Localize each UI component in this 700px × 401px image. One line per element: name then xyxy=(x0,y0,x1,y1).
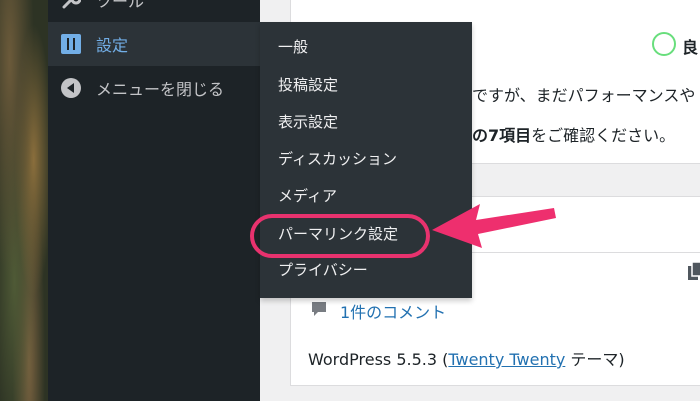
copy-icon[interactable] xyxy=(688,262,700,280)
submenu-item-reading[interactable]: 表示設定 xyxy=(278,108,338,136)
collapse-menu-label: メニューを閉じる xyxy=(96,80,225,99)
annotation-arrow-icon xyxy=(432,204,556,248)
site-health-text-line2: の7項目をご確認ください。 xyxy=(472,122,675,146)
status-good-icon xyxy=(652,32,676,56)
site-health-text-rest: をご確認ください。 xyxy=(531,126,676,145)
submenu-item-privacy[interactable]: プライバシー xyxy=(278,256,368,284)
admin-sidebar: ツール 設定 メニューを閉じる xyxy=(48,0,260,401)
sidebar-item-tools[interactable]: ツール xyxy=(48,0,260,22)
comment-bubble-icon xyxy=(312,302,326,316)
wordpress-version-info: WordPress 5.5.3 (Twenty Twenty テーマ) xyxy=(308,346,625,370)
sidebar-item-label: ツール xyxy=(96,0,145,11)
site-health-text-line1: ですが、まだパフォーマンスや xyxy=(472,86,696,105)
site-health-items-link[interactable]: の7項目 xyxy=(472,126,531,145)
desktop-background xyxy=(0,0,48,401)
sidebar-item-label: 設定 xyxy=(96,36,129,55)
collapse-menu-button[interactable]: メニューを閉じる xyxy=(48,66,260,110)
sidebar-item-settings[interactable]: 設定 xyxy=(48,22,260,66)
submenu-item-general[interactable]: 一般 xyxy=(278,33,308,61)
comment-count-link[interactable]: 1件のコメント xyxy=(340,299,446,323)
theme-suffix-text: テーマ) xyxy=(565,350,625,369)
wp-version-text: WordPress 5.5.3 ( xyxy=(308,350,449,369)
wrench-icon xyxy=(60,0,82,11)
site-health-status: 良 xyxy=(682,38,699,57)
submenu-item-writing[interactable]: 投稿設定 xyxy=(278,71,338,99)
submenu-pointer-arrow xyxy=(250,36,260,56)
submenu-item-media[interactable]: メディア xyxy=(278,182,337,210)
submenu-item-discussion[interactable]: ディスカッション xyxy=(278,145,397,173)
collapse-arrow-icon xyxy=(60,77,82,99)
theme-link[interactable]: Twenty Twenty xyxy=(448,350,565,369)
settings-sliders-icon xyxy=(60,33,82,55)
permalink-highlight-ring xyxy=(250,214,430,258)
